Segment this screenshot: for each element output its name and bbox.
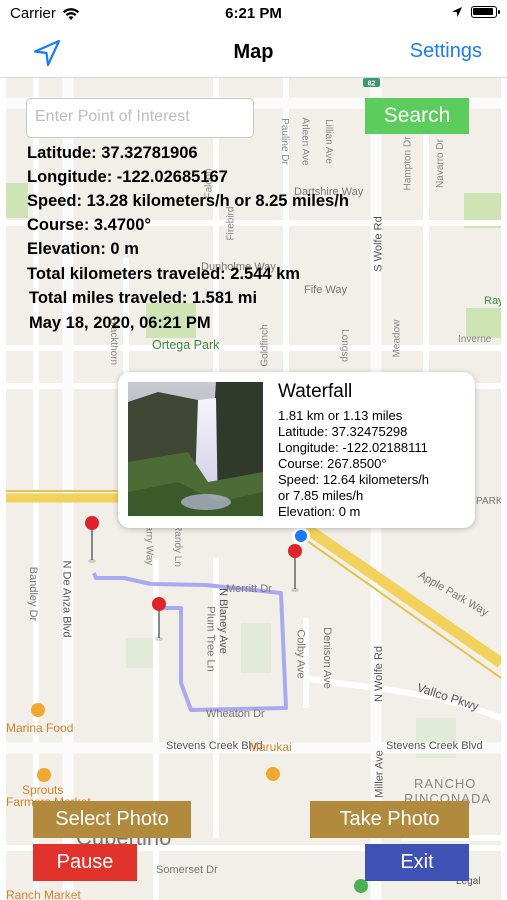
map-label-somerset-dr: Somerset Dr: [156, 864, 218, 876]
datetime-label: May 18, 2020, 06:21 PM: [29, 314, 211, 332]
highway-shield: 82: [368, 81, 376, 88]
waterfall-photo: [128, 382, 263, 516]
map-label-denison-ave: Denison Ave: [320, 627, 333, 689]
poi-elevation: Elevation: 0 m: [278, 504, 361, 519]
poi-latitude: Latitude: 37.32475298: [278, 424, 408, 439]
poi-distance: 1.81 km or 1.13 miles: [278, 408, 403, 423]
latitude-label: Latitude: 37.32781906: [27, 144, 198, 162]
longitude-label: Longitude: -122.02685167: [27, 168, 228, 186]
map-label-miller-ave: Miller Ave: [373, 750, 386, 798]
map-label-longspur: Longsp: [338, 329, 350, 362]
course-label: Course: 3.4700°: [27, 216, 151, 234]
poi-speed: Speed: 12.64 kilometers/h: [278, 472, 430, 487]
search-input[interactable]: Enter Point of Interest: [26, 98, 254, 138]
map-label-n-de-anza-blvd: N De Anza Blvd: [60, 560, 73, 638]
exit-button[interactable]: Exit: [365, 844, 469, 881]
map-pin[interactable]: [85, 516, 99, 563]
map-label-n-wolfe-rd: N Wolfe Rd: [373, 645, 386, 703]
map-label-park: PARK: [476, 496, 501, 507]
map-label-marukai: Marukai: [249, 740, 292, 754]
poi-callout[interactable]: Waterfall 1.81 km or 1.13 miles Latitude…: [118, 372, 475, 528]
map-label-arleen-ave: Arleen Ave: [299, 117, 311, 166]
map-label-stevens-creek-blvd-east: Stevens Creek Blvd: [386, 740, 483, 752]
map-label-colby-ave: Colby Ave: [294, 629, 307, 679]
map-label-rancho: RANCHO: [414, 776, 477, 791]
map-label-fife-way: Fife Way: [304, 284, 347, 296]
map-label-larry-way: arry Way: [143, 525, 155, 566]
map-pin[interactable]: [288, 544, 302, 592]
elevation-label: Elevation: 0 m: [27, 240, 139, 258]
map-label-goldfinch: Goldfinch: [259, 324, 271, 367]
map-label-s-wolfe-rd: S Wolfe Rd: [372, 216, 385, 272]
map-label-inverne: Inverne: [458, 334, 492, 345]
speed-label: Speed: 13.28 kilometers/h or 8.25 miles/…: [27, 192, 349, 210]
map-label-navarro-dr: Navarro Dr: [434, 139, 446, 188]
map-label-merritt-dr: Merritt Dr: [226, 583, 272, 595]
map-label-lillian-ave: Lillian Ave: [322, 119, 334, 164]
map-label-ortega-park: Ortega Park: [152, 338, 220, 352]
navigation-bar: Map Settings: [0, 28, 507, 78]
battery-icon: [471, 6, 500, 18]
search-button[interactable]: Search: [365, 98, 469, 134]
total-km-label: Total kilometers traveled: 2.544 km: [27, 265, 300, 283]
status-bar: Carrier 6:21 PM: [0, 0, 507, 28]
map-label-firebird: Firebird: [225, 206, 237, 241]
settings-button[interactable]: Settings: [410, 40, 482, 63]
map-label-marina-food: Marina Food: [6, 721, 74, 735]
map-label-ray: Ray: [484, 295, 501, 307]
poi-longitude: Longitude: -122.02188111: [278, 440, 428, 455]
map-label-meadow: Meadow: [391, 319, 403, 358]
map-label-randy-ln: Randy Ln: [171, 524, 183, 567]
take-photo-button[interactable]: Take Photo: [310, 801, 469, 838]
map-label-hampton-dr: Hampton Dr: [402, 136, 414, 191]
select-photo-button[interactable]: Select Photo: [33, 801, 191, 838]
location-services-icon: [452, 7, 462, 17]
poi-title: Waterfall: [278, 381, 353, 402]
map-label-wheaton-dr: Wheaton Dr: [206, 708, 265, 720]
total-mi-label: Total miles traveled: 1.581 mi: [29, 289, 258, 307]
status-time: 6:21 PM: [225, 5, 282, 22]
map-label-bandley-dr: Bandley Dr: [27, 566, 40, 622]
poi-course: Course: 267.8500°: [278, 456, 387, 471]
poi-speed-miles: or 7.85 miles/h: [278, 488, 364, 503]
map-label-ranch-market: Ranch Market: [6, 888, 81, 900]
map-label-plum-tree-ln: Plum Tree Ln: [204, 606, 217, 672]
map-label-n-blaney-ave: N Blaney Ave: [216, 588, 229, 654]
map-label-pauline-dr: Pauline Dr: [278, 118, 290, 165]
pause-button[interactable]: Pause: [33, 844, 137, 881]
